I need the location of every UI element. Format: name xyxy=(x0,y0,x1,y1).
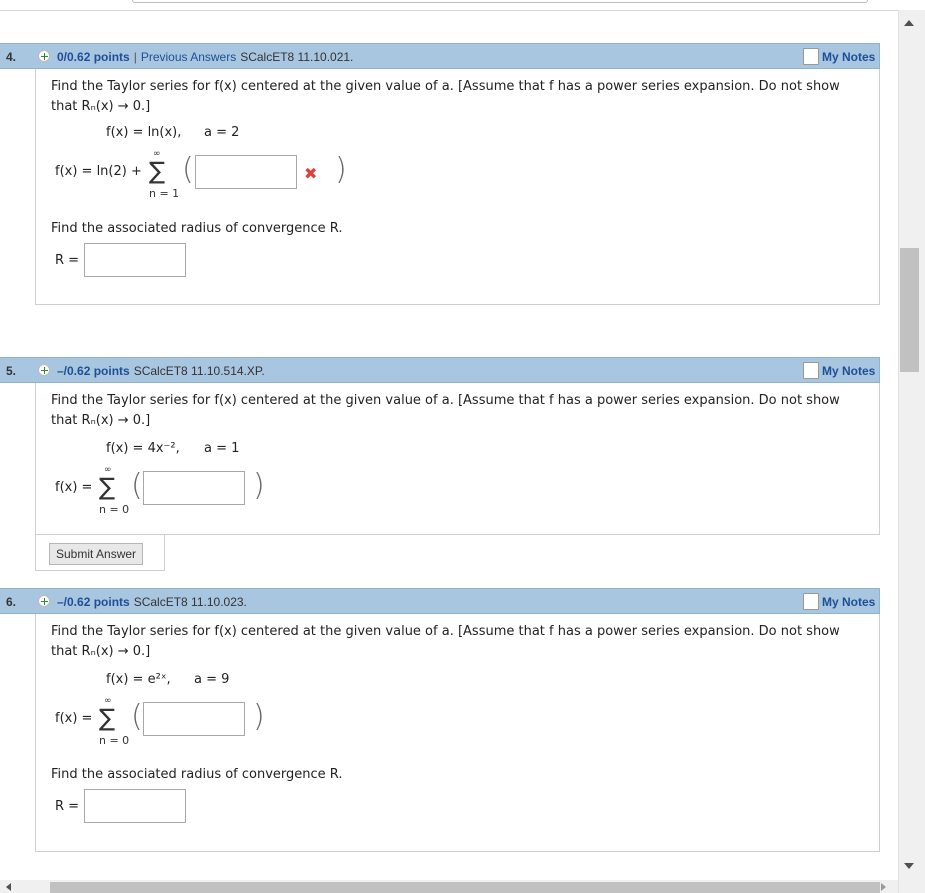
points-label: 0/0.62 points | Previous Answers SCalcET8 1… xyxy=(57,50,353,64)
series-answer-input[interactable] xyxy=(143,471,245,505)
points-value: –/0.62 points xyxy=(57,364,130,378)
given-center: a = 2 xyxy=(204,125,240,140)
radius-prompt: Find the associated radius of convergenc… xyxy=(51,221,343,236)
points-label: –/0.62 points SCalcET8 11.10.514.XP. xyxy=(57,364,265,378)
radius-label: R = xyxy=(55,799,80,814)
question-number: 6. xyxy=(6,595,17,609)
sigma-lower-limit: n = 1 xyxy=(149,187,180,200)
question-reference: SCalcET8 11.10.021. xyxy=(240,50,354,64)
close-paren: ) xyxy=(253,468,265,503)
divider xyxy=(0,10,898,11)
sigma-lower-limit: n = 0 xyxy=(99,503,130,516)
notes-checkbox-icon[interactable] xyxy=(803,362,819,379)
close-paren: ) xyxy=(253,699,265,734)
radius-input[interactable] xyxy=(84,789,186,823)
prompt-line-2: that Rₙ(x) → 0.] xyxy=(51,99,151,114)
question-6-header: 6. –/0.62 points SCalcET8 11.10.023. My N… xyxy=(0,588,880,614)
close-paren: ) xyxy=(335,152,347,187)
scroll-down-arrow-icon[interactable] xyxy=(904,863,914,869)
sigma-symbol: ∑ xyxy=(149,157,166,185)
previous-answers-link[interactable]: Previous Answers xyxy=(141,50,236,64)
question-reference: SCalcET8 11.10.514.XP. xyxy=(133,364,265,378)
open-paren: ( xyxy=(182,152,194,187)
radius-label: R = xyxy=(55,253,80,268)
previous-question-box-edge xyxy=(132,0,868,3)
question-4-header: 4. 0/0.62 points | Previous Answers SCalcET… xyxy=(0,43,880,69)
my-notes-link[interactable]: My Notes xyxy=(822,364,875,378)
scroll-up-arrow-icon[interactable] xyxy=(904,20,914,26)
radius-prompt: Find the associated radius of convergenc… xyxy=(51,767,343,782)
sigma-lower-limit: n = 0 xyxy=(99,734,130,747)
scroll-right-arrow-icon[interactable] xyxy=(881,883,886,891)
plus-circle-icon[interactable] xyxy=(38,595,50,607)
question-number: 4. xyxy=(6,50,17,64)
given-center: a = 1 xyxy=(204,441,240,456)
prompt-line-1: Find the Taylor series for f(x) centered… xyxy=(51,393,840,408)
prompt-line-1: Find the Taylor series for f(x) centered… xyxy=(51,624,840,639)
points-value: 0/0.62 points xyxy=(57,50,130,64)
submit-answer-button[interactable]: Submit Answer xyxy=(49,543,144,565)
open-paren: ( xyxy=(131,699,143,734)
notes-checkbox-icon[interactable] xyxy=(803,593,819,610)
prompt-line-2: that Rₙ(x) → 0.] xyxy=(51,413,151,428)
x-mark-icon: ✖ xyxy=(304,164,318,183)
plus-circle-icon[interactable] xyxy=(38,50,50,62)
question-5-header: 5. –/0.62 points SCalcET8 11.10.514.XP. M… xyxy=(0,357,880,383)
prompt-line-1: Find the Taylor series for f(x) centered… xyxy=(51,79,840,94)
series-lhs: f(x) = xyxy=(55,711,93,726)
sigma-symbol: ∑ xyxy=(99,473,116,501)
vertical-scrollbar[interactable] xyxy=(898,10,925,893)
series-lhs: f(x) = ln(2) + xyxy=(55,164,142,179)
given-center: a = 9 xyxy=(194,672,230,687)
plus-circle-icon[interactable] xyxy=(38,364,50,376)
question-4-body: Find the Taylor series for f(x) centered… xyxy=(35,69,880,305)
prompt-line-2: that Rₙ(x) → 0.] xyxy=(51,644,151,659)
my-notes-link[interactable]: My Notes xyxy=(822,50,875,64)
vertical-scrollbar-thumb[interactable] xyxy=(900,248,919,372)
question-reference: SCalcET8 11.10.023. xyxy=(133,595,247,609)
radius-input[interactable] xyxy=(84,243,186,277)
scroll-left-arrow-icon[interactable] xyxy=(6,883,11,891)
series-answer-input[interactable] xyxy=(143,702,245,736)
question-6-body: Find the Taylor series for f(x) centered… xyxy=(35,614,880,852)
points-value: –/0.62 points xyxy=(57,595,130,609)
given-function: f(x) = 4x⁻², xyxy=(106,441,180,456)
points-label: –/0.62 points SCalcET8 11.10.023. xyxy=(57,595,247,609)
question-number: 5. xyxy=(6,364,17,378)
series-answer-input[interactable] xyxy=(195,155,297,189)
open-paren: ( xyxy=(131,468,143,503)
given-function: f(x) = ln(x), xyxy=(106,125,182,140)
horizontal-scrollbar-thumb[interactable] xyxy=(50,882,880,893)
notes-checkbox-icon[interactable] xyxy=(803,48,819,65)
separator: | xyxy=(133,50,137,64)
series-lhs: f(x) = xyxy=(55,480,93,495)
sigma-symbol: ∑ xyxy=(99,704,116,732)
question-5-body: Find the Taylor series for f(x) centered… xyxy=(35,383,880,535)
my-notes-link[interactable]: My Notes xyxy=(822,595,875,609)
given-function: f(x) = e²ˣ, xyxy=(106,672,171,687)
